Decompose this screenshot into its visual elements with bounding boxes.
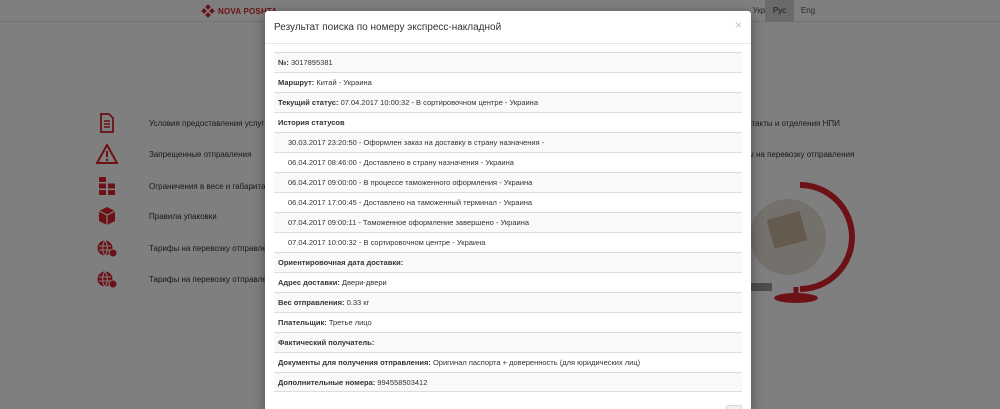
row-value: 3017895381 — [290, 58, 333, 67]
table-row: Фактический получатель: — [274, 332, 742, 352]
history-row: 07.04.2017 10:00:32 - В сортировочном це… — [274, 232, 742, 252]
tracking-result-modal: Результат поиска по номеру экспресс-накл… — [265, 11, 751, 409]
history-row: 06.04.2017 09:00:00 - В процессе таможен… — [274, 172, 742, 192]
row-label: Вес отправления: — [278, 298, 345, 307]
table-row: История статусов — [274, 112, 742, 132]
close-button[interactable] — [726, 405, 742, 409]
row-label: Документы для получения отправления: — [278, 358, 431, 367]
table-row: Текущий статус: 07.04.2017 10:00:32 - В … — [274, 92, 742, 112]
table-row: Плательщик: Третье лицо — [274, 312, 742, 332]
row-value: 07.04.2017 10:00:32 - В сортировочном це… — [340, 98, 538, 107]
row-value: Третье лицо — [328, 318, 372, 327]
row-label: №: — [278, 58, 289, 67]
row-label: Плательщик: — [278, 318, 327, 327]
table-row: №: 3017895381 — [274, 52, 742, 72]
row-value: Китай - Украина — [316, 78, 372, 87]
table-row: Адрес доставки: Двери-двери — [274, 272, 742, 292]
row-label: Маршрут: — [278, 78, 315, 87]
history-row: 06.04.2017 08:46:00 - Доставлено в стран… — [274, 152, 742, 172]
row-label: Ориентировочная дата доставки: — [278, 258, 404, 267]
row-label: История статусов — [278, 118, 345, 127]
table-row: Документы для получения отправления: Ори… — [274, 352, 742, 372]
table-row: Вес отправления: 0.33 кг — [274, 292, 742, 312]
row-value: Оригинал паспорта + доверенность (для юр… — [432, 358, 641, 367]
row-label: Фактический получатель: — [278, 338, 375, 347]
tracking-details-table: №: 3017895381 Маршрут: Китай - Украина Т… — [274, 52, 742, 392]
close-icon[interactable]: × — [735, 19, 742, 31]
modal-header: Результат поиска по номеру экспресс-накл… — [265, 11, 751, 44]
modal-title: Результат поиска по номеру экспресс-накл… — [274, 22, 502, 33]
history-row: 07.04.2017 09:00:11 - Таможенное оформле… — [274, 212, 742, 232]
table-row: Ориентировочная дата доставки: — [274, 252, 742, 272]
table-row: Дополнительные номера: 994558503412 — [274, 372, 742, 392]
row-label: Адрес доставки: — [278, 278, 340, 287]
row-label: Дополнительные номера: — [278, 378, 376, 387]
row-label: Текущий статус: — [278, 98, 339, 107]
history-row: 30.03.2017 23:20:50 - Оформлен заказ на … — [274, 132, 742, 152]
table-row: Маршрут: Китай - Украина — [274, 72, 742, 92]
row-value: 0.33 кг — [346, 298, 370, 307]
row-value: 994558503412 — [377, 378, 428, 387]
row-value: Двери-двери — [341, 278, 387, 287]
history-row: 06.04.2017 17:00:45 - Доставлено на тамо… — [274, 192, 742, 212]
